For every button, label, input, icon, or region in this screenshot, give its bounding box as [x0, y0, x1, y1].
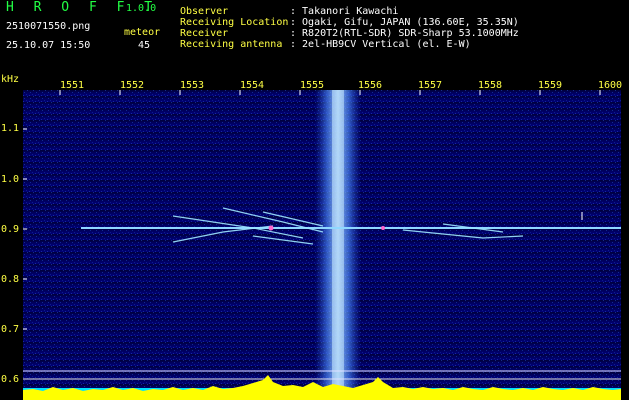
file-datetime: 25.10.07 15:50 [6, 40, 91, 51]
y-axis-unit: kHz [1, 74, 20, 85]
spectrogram-plot [23, 90, 621, 400]
y-tick-0-8: 0.8 [1, 274, 20, 285]
y-tick-0-9: 0.9 [1, 224, 20, 235]
y-tick-0-6: 0.6 [1, 374, 20, 385]
y-tick-1-0: 1.0 [1, 174, 20, 185]
header-panel: H R O F F T 1.0.0 2510071550.png 25.10.0… [0, 0, 629, 78]
meteor-label: meteor [124, 27, 161, 38]
y-tick-1-1: 1.1 [1, 123, 20, 134]
meteor-head-2 [381, 226, 385, 230]
info-label-antenna: Receiving antenna [180, 39, 283, 50]
app-version: 1.0.0 [126, 3, 157, 14]
file-name: 2510071550.png [6, 21, 91, 32]
meteor-count: 45 [138, 40, 151, 51]
info-value-antenna: : 2el-HB9CV Vertical (el. E-W) [290, 39, 471, 50]
interference-core [332, 90, 344, 400]
y-tick-0-7: 0.7 [1, 324, 20, 335]
meteor-head [268, 225, 274, 231]
